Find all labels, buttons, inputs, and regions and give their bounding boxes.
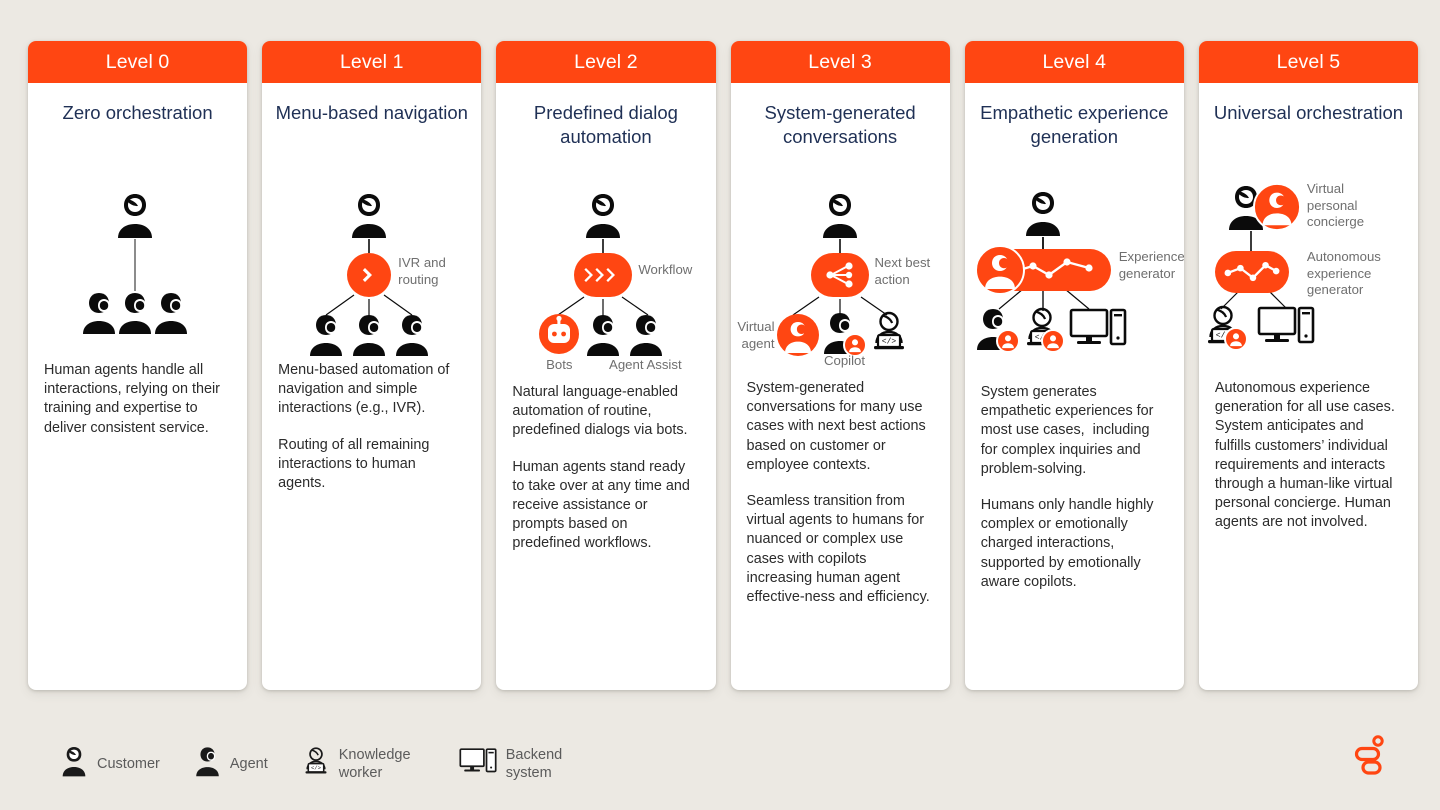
level-card-1: Level 1 Menu-based navigation IVR and ro… (262, 41, 482, 690)
card-paragraph: Human agents stand ready to take over at… (512, 458, 694, 552)
card-header-level-1: Level 1 (262, 41, 482, 83)
card-paragraph: Seamless transition from virtual agents … (746, 493, 930, 606)
customer-icon (582, 191, 624, 244)
customer-icon (1022, 189, 1064, 242)
customer-icon (819, 191, 861, 244)
ivr-routing-hub (347, 253, 392, 297)
level-card-2: Level 2 Predefined dialog automation Wor… (496, 41, 716, 690)
predefined-dialog-automation-diagram: Workflow Bots Agent Assist (496, 161, 715, 372)
agent-icon (627, 313, 665, 362)
svg-text:</>: </> (881, 338, 896, 347)
level-card-3: Level 3 System-generated conversations N… (730, 41, 950, 690)
agent-icon (152, 291, 190, 340)
copilot-badge-icon (1223, 327, 1248, 351)
card-title-level-2: Predefined dialog automation (533, 102, 678, 147)
legend-item-agent: Agent (194, 746, 268, 782)
agent-assist-label: Agent Assist (609, 357, 682, 372)
card-paragraph: Human agents handle all interactions, re… (44, 362, 224, 436)
card-paragraph: Humans only handle highly complex or emo… (980, 497, 1158, 590)
backend-system-icon (1069, 307, 1127, 354)
legend-label-knowledge-worker: Knowledge worker (338, 746, 411, 781)
card-title-level-1: Menu-based navigation (275, 102, 468, 123)
virtual-personal-concierge-icon (1252, 183, 1301, 236)
workflow-hub (574, 253, 633, 297)
copilot-label: Copilot (823, 353, 866, 368)
customer-icon (348, 191, 390, 244)
card-header-level-3: Level 3 (730, 41, 950, 83)
card-body-level-0: Human agents handle all interactions, re… (28, 361, 247, 469)
card-body-level-1: Menu-based automation of navigation and … (262, 361, 481, 524)
knowledge-worker-icon: </> (869, 311, 909, 358)
card-paragraph: Routing of all remaining interactions to… (278, 436, 434, 492)
card-paragraph: System generates empathetic experiences … (980, 384, 1158, 477)
backend-system-icon (459, 747, 497, 780)
legend-label-customer: Customer (97, 755, 160, 772)
infographic-board: Level 0 Zero orchestration Human agents … (0, 0, 1440, 810)
bot-icon (538, 313, 580, 360)
card-header-level-0: Level 0 (28, 41, 248, 83)
chevron-single-icon (362, 268, 373, 282)
card-paragraph: Autonomous experience generation for all… (1214, 380, 1399, 531)
agent-icon (194, 746, 221, 782)
genesys-logo (1354, 734, 1388, 776)
legend-item-knowledge-worker: </> Knowledge worker (302, 746, 425, 782)
copilot-badge-icon (995, 329, 1020, 353)
card-paragraph: System-generated conversations for many … (746, 380, 930, 473)
card-title-level-5: Universal orchestration (1213, 102, 1404, 123)
customer-icon (114, 191, 156, 244)
zero-orchestration-diagram (28, 161, 247, 361)
card-body-level-5: Autonomous experience generation for all… (1199, 361, 1418, 564)
hub-label: Experience generator (1118, 249, 1184, 281)
legend-item-customer: Customer (60, 745, 160, 782)
legend-label-agent: Agent (229, 755, 268, 772)
card-body-level-4: System generates empathetic experiences … (965, 361, 1184, 623)
card-header-level-5: Level 5 (1198, 41, 1419, 83)
card-paragraph: Natural language-enabled automation of r… (512, 384, 688, 439)
card-body-level-2: Natural language-enabled automation of r… (496, 361, 715, 585)
agent-icon (116, 291, 154, 340)
customer-icon (60, 745, 88, 782)
card-header-level-4: Level 4 (964, 41, 1184, 83)
card-title-level-4: Empathetic experience generation (980, 102, 1169, 147)
legend-label-backend-system: Backend system (505, 746, 563, 781)
card-header-level-2: Level 2 (496, 41, 716, 83)
bots-label: Bots (546, 357, 573, 372)
chevron-triple-icon (584, 268, 616, 282)
virtual-agent-label: Virtual agent (737, 319, 775, 351)
level-card-0: Level 0 Zero orchestration Human agents … (28, 41, 248, 690)
card-body-level-3: System-generated conversations for many … (731, 361, 950, 638)
line-chart-icon (1224, 261, 1280, 282)
card-title-level-0: Zero orchestration (62, 102, 213, 123)
hub-label: Next best action (874, 255, 931, 287)
knowledge-worker-icon: </> (302, 746, 330, 782)
legend: Customer Agent </> Knowledge worker Back… (60, 745, 592, 782)
agent-icon (307, 313, 345, 362)
copilot-badge-icon (1040, 329, 1065, 353)
card-paragraph: Menu-based automation of navigation and … (278, 362, 454, 417)
legend-item-backend-system: Backend system (459, 746, 592, 782)
hub-label: IVR and routing (398, 255, 446, 287)
hub-label: Workflow (638, 262, 693, 277)
backend-system-icon (1257, 305, 1315, 352)
agent-icon (584, 313, 622, 362)
virtual-agent-icon (974, 245, 1025, 300)
share-nodes-icon (825, 262, 853, 288)
maturity-level-cards: Level 0 Zero orchestration Human agents … (28, 41, 1419, 690)
agent-icon (393, 313, 431, 362)
empathetic-experience-generation-diagram: Experience generator (965, 161, 1184, 361)
next-best-action-hub (810, 253, 869, 297)
level-card-4: Level 4 Empathetic experience generation (964, 41, 1184, 690)
level-card-5: Level 5 Universal orchestration Virtual … (1198, 41, 1419, 690)
agent-icon (350, 313, 388, 362)
virtual-personal-concierge-label: Virtual personal concierge (1306, 181, 1365, 229)
menu-based-navigation-diagram: IVR and routing (262, 161, 481, 361)
hub-label: Autonomous experience generator (1306, 249, 1381, 297)
system-generated-conversations-diagram: Next best action </> Virtual agent Copil… (731, 161, 950, 368)
agent-icon (80, 291, 118, 340)
universal-orchestration-diagram: Virtual personal concierge Autonomous ex… (1199, 161, 1418, 361)
card-title-level-3: System-generated conversations (764, 102, 916, 147)
svg-text:</>: </> (311, 764, 322, 771)
autonomous-experience-generator-hub (1214, 251, 1289, 293)
